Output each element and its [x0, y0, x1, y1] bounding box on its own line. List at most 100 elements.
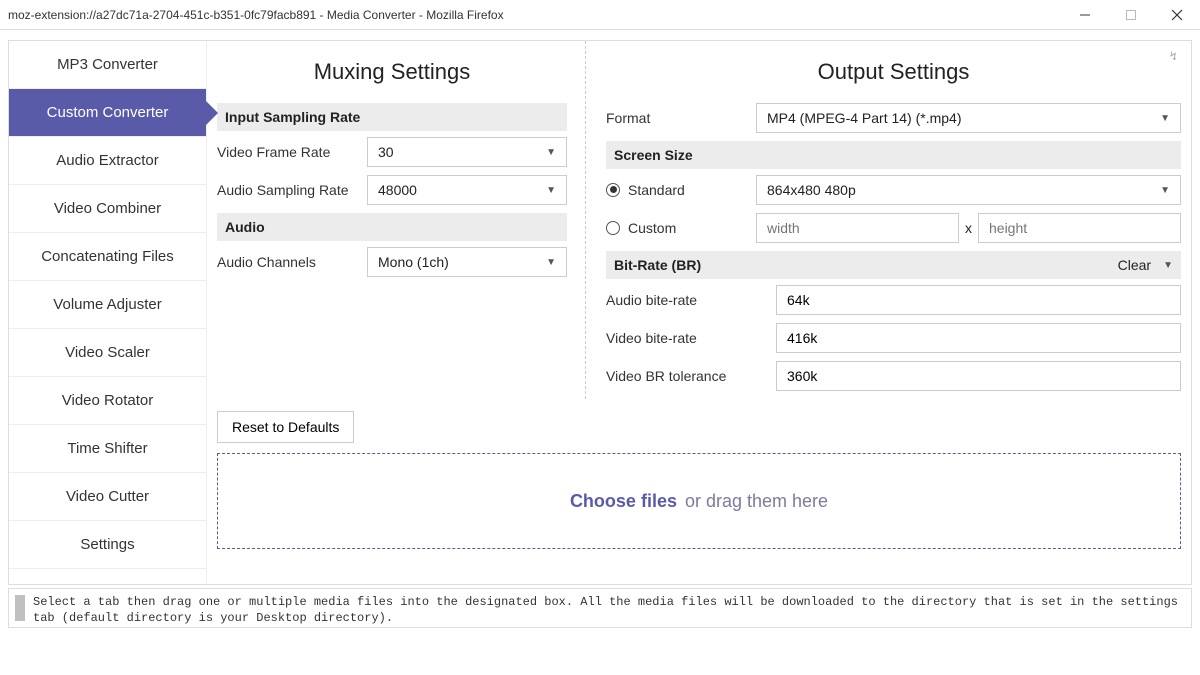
sidebar-item-label: Video Scaler [65, 344, 150, 361]
sidebar-item-video-rotator[interactable]: Video Rotator [9, 377, 206, 425]
section-label: Bit-Rate (BR) [614, 257, 701, 273]
section-bitrate: Bit-Rate (BR) Clear ▼ [606, 251, 1181, 279]
sidebar-item-audio-extractor[interactable]: Audio Extractor [9, 137, 206, 185]
row-audio-channels: Audio Channels Mono (1ch) ▼ [217, 247, 567, 277]
audio-sampling-rate-label: Audio Sampling Rate [217, 182, 357, 199]
sidebar-item-mp3-converter[interactable]: MP3 Converter [9, 41, 206, 89]
row-screen-custom: Custom x [606, 213, 1181, 243]
minimize-icon [1080, 10, 1090, 20]
x-separator: x [965, 220, 972, 236]
close-icon [1171, 9, 1183, 21]
video-frame-rate-label: Video Frame Rate [217, 144, 357, 161]
sidebar-item-label: Settings [80, 536, 134, 553]
audio-sampling-rate-dropdown[interactable]: 48000 ▼ [367, 175, 567, 205]
section-label: Input Sampling Rate [225, 109, 360, 125]
radio-dot-icon [610, 186, 617, 193]
video-bitrate-label: Video bite-rate [606, 330, 766, 347]
row-audio-bitrate: Audio bite-rate [606, 285, 1181, 315]
columns: Muxing Settings Input Sampling Rate Vide… [217, 41, 1181, 399]
audio-channels-dropdown[interactable]: Mono (1ch) ▼ [367, 247, 567, 277]
section-label: Audio [225, 219, 265, 235]
dropdown-value: MP4 (MPEG-4 Part 14) (*.mp4) [767, 110, 962, 126]
window-restore-button[interactable] [1108, 0, 1154, 30]
output-heading: Output Settings [606, 59, 1181, 85]
chevron-down-icon: ▼ [1163, 260, 1173, 271]
window-titlebar: moz-extension://a27dc71a-2704-451c-b351-… [0, 0, 1200, 30]
row-video-bitrate: Video bite-rate [606, 323, 1181, 353]
audio-bitrate-input[interactable] [776, 285, 1181, 315]
chevron-down-icon: ▼ [1160, 185, 1170, 196]
sidebar: MP3 Converter Custom Converter Audio Ext… [9, 41, 207, 584]
file-dropzone[interactable]: Choose files or drag them here [217, 453, 1181, 549]
drag-hint-label: or drag them here [685, 491, 828, 512]
sidebar-item-label: Time Shifter [67, 440, 147, 457]
row-format: Format MP4 (MPEG-4 Part 14) (*.mp4) ▼ [606, 103, 1181, 133]
custom-radio-wrap: Custom [606, 220, 746, 237]
standard-radio[interactable] [606, 183, 620, 197]
sidebar-item-label: Volume Adjuster [53, 296, 161, 313]
sidebar-item-label: Video Rotator [62, 392, 153, 409]
section-label: Screen Size [614, 147, 693, 163]
audio-channels-label: Audio Channels [217, 254, 357, 271]
row-video-br-tolerance: Video BR tolerance [606, 361, 1181, 391]
sidebar-item-video-combiner[interactable]: Video Combiner [9, 185, 206, 233]
muxing-heading: Muxing Settings [217, 59, 567, 85]
status-bar: Select a tab then drag one or multiple m… [8, 588, 1192, 628]
row-screen-standard: Standard 864x480 480p ▼ [606, 175, 1181, 205]
sidebar-item-settings[interactable]: Settings [9, 521, 206, 569]
row-video-frame-rate: Video Frame Rate 30 ▼ [217, 137, 567, 167]
sidebar-item-time-shifter[interactable]: Time Shifter [9, 425, 206, 473]
dropdown-value: 864x480 480p [767, 182, 856, 198]
reset-defaults-button[interactable]: Reset to Defaults [217, 411, 354, 443]
sidebar-item-label: Concatenating Files [41, 248, 174, 265]
window-title: moz-extension://a27dc71a-2704-451c-b351-… [8, 8, 1062, 22]
status-handle-icon[interactable] [15, 595, 25, 621]
video-br-tolerance-label: Video BR tolerance [606, 368, 766, 385]
sidebar-item-label: MP3 Converter [57, 56, 158, 73]
video-frame-rate-dropdown[interactable]: 30 ▼ [367, 137, 567, 167]
custom-size-inputs: x [756, 213, 1181, 243]
output-column: Output Settings Format MP4 (MPEG-4 Part … [606, 41, 1181, 399]
video-bitrate-input[interactable] [776, 323, 1181, 353]
format-dropdown[interactable]: MP4 (MPEG-4 Part 14) (*.mp4) ▼ [756, 103, 1181, 133]
sidebar-item-volume-adjuster[interactable]: Volume Adjuster [9, 281, 206, 329]
sidebar-item-label: Custom Converter [47, 104, 169, 121]
window-minimize-button[interactable] [1062, 0, 1108, 30]
sidebar-item-label: Video Combiner [54, 200, 161, 217]
custom-radio[interactable] [606, 221, 620, 235]
audio-bitrate-label: Audio bite-rate [606, 292, 766, 309]
custom-radio-label: Custom [628, 220, 676, 237]
sidebar-item-custom-converter[interactable]: Custom Converter [9, 89, 206, 137]
section-screen-size: Screen Size [606, 141, 1181, 169]
section-audio: Audio [217, 213, 567, 241]
sidebar-item-concatenating-files[interactable]: Concatenating Files [9, 233, 206, 281]
format-label: Format [606, 110, 746, 127]
standard-radio-label: Standard [628, 182, 685, 199]
chevron-down-icon: ▼ [546, 257, 556, 268]
network-badge-icon: ↯ [1170, 49, 1177, 63]
chevron-down-icon: ▼ [1160, 113, 1170, 124]
status-text: Select a tab then drag one or multiple m… [33, 595, 1181, 626]
standard-size-dropdown[interactable]: 864x480 480p ▼ [756, 175, 1181, 205]
section-input-sampling-rate: Input Sampling Rate [217, 103, 567, 131]
width-input[interactable] [756, 213, 959, 243]
sidebar-item-label: Video Cutter [66, 488, 149, 505]
video-br-tolerance-input[interactable] [776, 361, 1181, 391]
window-close-button[interactable] [1154, 0, 1200, 30]
sidebar-item-video-cutter[interactable]: Video Cutter [9, 473, 206, 521]
dropdown-value: 48000 [378, 182, 417, 198]
chevron-down-icon: ▼ [546, 185, 556, 196]
choose-files-label: Choose files [570, 491, 677, 512]
app-frame: ↯ MP3 Converter Custom Converter Audio E… [8, 40, 1192, 585]
sidebar-item-label: Audio Extractor [56, 152, 159, 169]
chevron-down-icon: ▼ [546, 147, 556, 158]
bitrate-clear-dropdown[interactable]: Clear ▼ [1118, 257, 1173, 273]
row-audio-sampling-rate: Audio Sampling Rate 48000 ▼ [217, 175, 567, 205]
muxing-column: Muxing Settings Input Sampling Rate Vide… [217, 41, 586, 399]
clear-label: Clear [1118, 257, 1151, 273]
standard-radio-wrap: Standard [606, 182, 746, 199]
height-input[interactable] [978, 213, 1181, 243]
dropdown-value: Mono (1ch) [378, 254, 449, 270]
dropdown-value: 30 [378, 144, 394, 160]
sidebar-item-video-scaler[interactable]: Video Scaler [9, 329, 206, 377]
